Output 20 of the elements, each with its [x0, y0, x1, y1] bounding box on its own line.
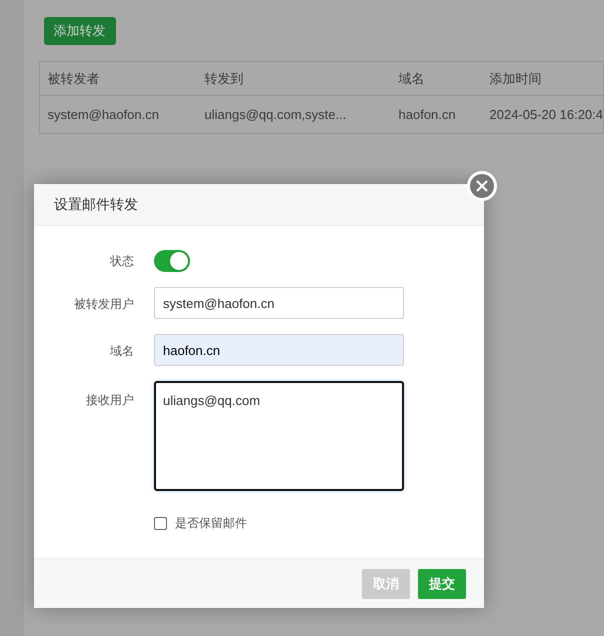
text-input[interactable]: haofon.cn	[154, 334, 404, 366]
status-toggle[interactable]	[154, 250, 190, 272]
field-label: 接收用户	[85, 392, 134, 409]
recipient-textarea[interactable]: uliangs@qq.com	[154, 381, 404, 491]
field-label: 状态	[109, 253, 134, 270]
dialog-title: 设置邮件转发	[54, 195, 138, 214]
column-header: 被转发者	[48, 70, 101, 88]
checkbox-label: 是否保留邮件	[175, 515, 247, 532]
field-label: 被转发用户	[73, 296, 134, 313]
close-icon[interactable]	[467, 171, 497, 201]
keep-mail-checkbox[interactable]	[154, 516, 167, 530]
table-cell-text: system@haofon.cn	[48, 106, 160, 124]
table-cell-text: uliangs@qq.com,syste...	[204, 106, 348, 124]
text-input[interactable]: system@haofon.cn	[154, 287, 404, 319]
column-header: 添加时间	[490, 70, 543, 88]
column-header: 转发到	[204, 70, 245, 88]
table-cell-text: 2024-05-20 16:20:4	[490, 106, 603, 124]
table-cell-text: haofon.cn	[398, 106, 457, 124]
field-label: 域名	[109, 343, 134, 360]
column-header: 域名	[398, 70, 426, 88]
